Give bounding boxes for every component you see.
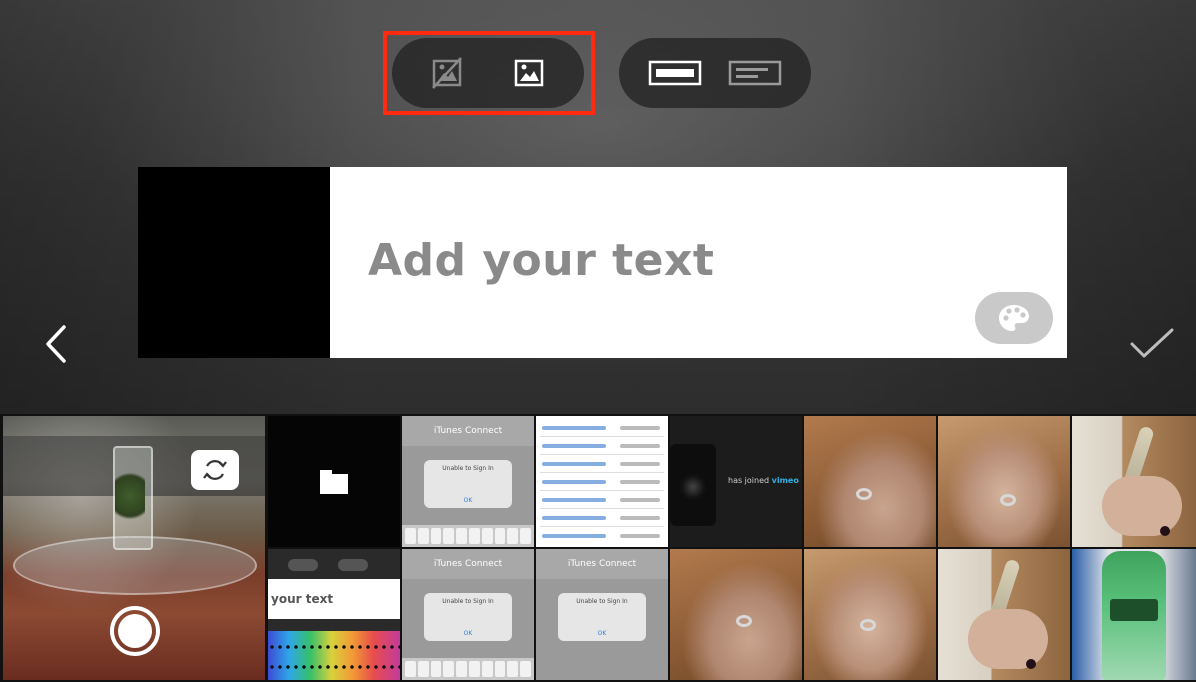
- nail-image: [1160, 526, 1170, 536]
- gallery-thumb[interactable]: your text: [268, 549, 400, 680]
- layout-text-block-button[interactable]: [724, 42, 786, 104]
- thumb-dialog: Unable to Sign In OK: [424, 593, 512, 641]
- gallery-thumb[interactable]: [1072, 549, 1196, 680]
- gallery-thumb[interactable]: [938, 549, 1070, 680]
- gallery-thumb[interactable]: iTunes Connect Unable to Sign In OK: [402, 416, 534, 547]
- thumb-dialog-title: Unable to Sign In: [442, 465, 494, 472]
- folder-icon: [320, 470, 348, 494]
- vimeo-brand: vimeo: [771, 476, 799, 485]
- ring-image: [856, 488, 872, 500]
- camera-lens-image: [680, 474, 706, 500]
- switch-camera-button[interactable]: [191, 450, 239, 490]
- gallery-thumb[interactable]: [938, 416, 1070, 547]
- thumb-dialog-title: Unable to Sign In: [576, 598, 628, 605]
- checkmark-icon: [1130, 328, 1174, 358]
- text-placeholder[interactable]: Add your text: [368, 235, 714, 286]
- thumb-dialog-title: Unable to Sign In: [442, 598, 494, 605]
- thumb-dialog: Unable to Sign In OK: [424, 460, 512, 508]
- thumb-keyboard: [402, 525, 534, 547]
- ring-image: [1000, 494, 1016, 506]
- done-button[interactable]: [1124, 316, 1180, 372]
- title-card-preview: Add your text: [138, 167, 1067, 358]
- thumb-keyboard: [402, 658, 534, 680]
- layout-toggle-group: [619, 38, 811, 108]
- palette-icon: [999, 305, 1029, 331]
- gallery-thumb[interactable]: [268, 416, 400, 547]
- gallery-thumb[interactable]: iTunes Connect Unable to Sign In OK: [402, 549, 534, 680]
- bottle-label-image: [1110, 599, 1158, 621]
- gallery-thumb[interactable]: iTunes Connect Unable to Sign In OK: [536, 549, 668, 680]
- gallery-thumb[interactable]: has joined vimeo: [670, 416, 802, 547]
- camera-scene-plant: [115, 466, 145, 526]
- chevron-left-icon: [46, 325, 66, 363]
- gallery-thumb[interactable]: [1072, 416, 1196, 547]
- vimeo-caption: has joined vimeo: [728, 476, 799, 485]
- shutter-icon: [118, 614, 152, 648]
- color-swatches-image: [268, 631, 400, 680]
- gallery-thumb[interactable]: [804, 416, 936, 547]
- gallery-thumb[interactable]: [536, 416, 668, 547]
- hand-image: [968, 609, 1048, 669]
- editor-panel: Add your text: [0, 0, 1196, 414]
- nail-image: [1026, 659, 1036, 669]
- gallery-thumb[interactable]: [670, 549, 802, 680]
- shutter-button[interactable]: [110, 606, 160, 656]
- camera-preview[interactable]: [3, 416, 265, 680]
- selection-highlight: [383, 31, 595, 115]
- layout-text-block-icon: [728, 60, 782, 86]
- thumb-title: iTunes Connect: [536, 549, 668, 579]
- thumb-editor-text: your text: [268, 579, 400, 619]
- thumb-dialog-ok: OK: [463, 630, 473, 637]
- switch-camera-icon: [203, 460, 227, 480]
- back-button[interactable]: [28, 316, 84, 372]
- thumb-title: iTunes Connect: [402, 416, 534, 446]
- thumb-title: iTunes Connect: [402, 549, 534, 579]
- card-image-area[interactable]: [138, 167, 330, 358]
- gallery-thumb[interactable]: [804, 549, 936, 680]
- hand-image: [1102, 476, 1182, 536]
- card-text-area[interactable]: Add your text: [330, 167, 1067, 358]
- ring-image: [736, 615, 752, 627]
- thumb-dialog-ok: OK: [597, 630, 607, 637]
- vimeo-caption-prefix: has joined: [728, 476, 770, 485]
- thumb-dialog: Unable to Sign In OK: [558, 593, 646, 641]
- thumb-dialog-ok: OK: [463, 497, 473, 504]
- media-gallery: iTunes Connect Unable to Sign In OK has …: [0, 414, 1196, 682]
- layout-banner-icon: [648, 60, 702, 86]
- layout-banner-button[interactable]: [644, 42, 706, 104]
- ring-image: [860, 619, 876, 631]
- color-palette-button[interactable]: [975, 292, 1053, 344]
